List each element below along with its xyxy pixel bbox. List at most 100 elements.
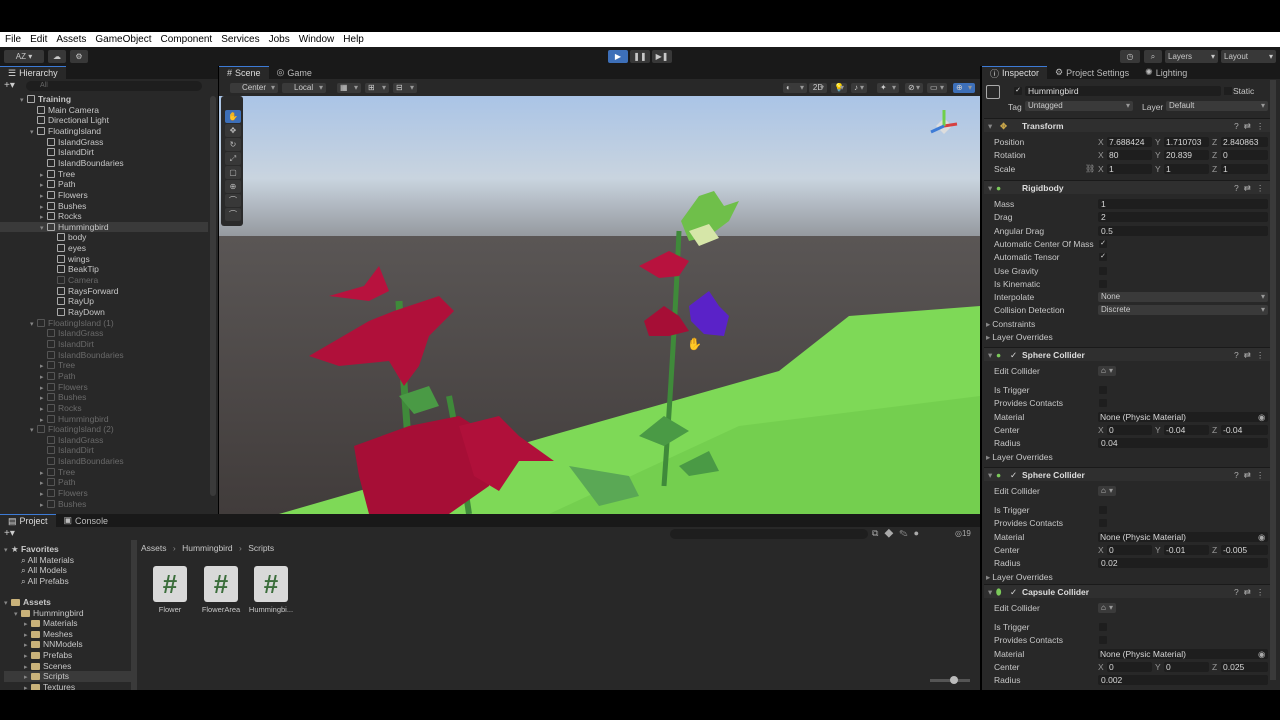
is-trigger-checkbox[interactable] bbox=[1099, 386, 1107, 394]
center-z-field[interactable]: -0.04 bbox=[1221, 425, 1268, 435]
project-tree-item[interactable]: ▾ ★ Favorites bbox=[4, 544, 131, 555]
hierarchy-item[interactable]: IslandDirt bbox=[0, 339, 208, 350]
sphere-collider-1-header[interactable]: ▾ ● ✓ Sphere Collider ?⇄⋮ bbox=[984, 347, 1270, 361]
hierarchy-item[interactable]: IslandDirt bbox=[0, 445, 208, 456]
toggle-2d-button[interactable]: 2D bbox=[809, 83, 827, 93]
hierarchy-item[interactable]: ▸ Tree bbox=[0, 467, 208, 478]
enabled-checkbox[interactable]: ✓ bbox=[1010, 350, 1017, 361]
custom-tool-icon[interactable]: ⌒ bbox=[225, 208, 241, 221]
script-asset-hummingbird[interactable]: # bbox=[254, 566, 288, 602]
hierarchy-item[interactable]: IslandBoundaries bbox=[0, 350, 208, 361]
project-tree-item[interactable]: ▸ NNModels bbox=[4, 639, 131, 650]
history-icon[interactable]: ◷ bbox=[1120, 50, 1140, 63]
hierarchy-item[interactable]: RayDown bbox=[0, 307, 208, 318]
material-field[interactable]: None (Physic Material) ◉ bbox=[1098, 649, 1268, 659]
hierarchy-item[interactable]: ▸ Bushes bbox=[0, 499, 208, 510]
rect-tool-icon[interactable]: ▢ bbox=[225, 166, 241, 179]
position-x-field[interactable]: 7.688424 bbox=[1107, 137, 1152, 147]
hierarchy-item[interactable]: body bbox=[0, 232, 208, 243]
hierarchy-item[interactable]: Camera bbox=[0, 275, 208, 286]
scene-viewport[interactable]: ✋ bbox=[219, 96, 980, 514]
object-picker-icon[interactable]: ◉ bbox=[1258, 412, 1265, 423]
menu-edit[interactable]: Edit bbox=[30, 34, 47, 45]
project-tree-item[interactable]: ▾ Assets bbox=[4, 597, 131, 608]
tab-project[interactable]: ▤ Project bbox=[0, 514, 56, 527]
component-menu-icons[interactable]: ?⇄⋮ bbox=[1234, 470, 1269, 481]
layer-overrides-foldout[interactable]: ▸ Layer Overrides bbox=[986, 452, 1053, 463]
radius-field[interactable]: 0.002 bbox=[1098, 675, 1268, 685]
center-x-field[interactable]: 0 bbox=[1107, 425, 1152, 435]
filter-icons[interactable]: ⧉◆✎● bbox=[872, 528, 925, 539]
layout-dropdown[interactable]: Layout ▾ bbox=[1221, 50, 1276, 63]
use-gravity-checkbox[interactable] bbox=[1099, 267, 1107, 275]
inspector-scrollbar[interactable] bbox=[1270, 80, 1276, 680]
collision-detection-dropdown[interactable]: Discrete bbox=[1098, 305, 1268, 315]
camera-icon[interactable]: ▭ bbox=[927, 83, 947, 93]
project-tree-item[interactable]: ▸ Prefabs bbox=[4, 650, 131, 661]
is-trigger-checkbox[interactable] bbox=[1099, 506, 1107, 514]
hierarchy-item[interactable]: ▸ Path bbox=[0, 477, 208, 488]
hierarchy-item[interactable]: IslandGrass bbox=[0, 435, 208, 446]
provides-contacts-checkbox[interactable] bbox=[1099, 399, 1107, 407]
transform-tool-icon[interactable]: ⊕ bbox=[225, 180, 241, 193]
draw-mode-dropdown[interactable]: ◐ bbox=[783, 83, 807, 93]
radius-field[interactable]: 0.02 bbox=[1098, 558, 1268, 568]
play-button[interactable]: ▶ bbox=[608, 50, 628, 63]
provides-contacts-checkbox[interactable] bbox=[1099, 519, 1107, 527]
zoom-slider-handle[interactable] bbox=[950, 676, 958, 684]
hand-tool-icon[interactable]: ✋ bbox=[225, 110, 241, 123]
rotate-tool-icon[interactable]: ↻ bbox=[225, 138, 241, 151]
breadcrumb-scripts[interactable]: Scripts bbox=[248, 543, 274, 553]
menu-help[interactable]: Help bbox=[343, 34, 364, 45]
transform-header[interactable]: ▾ ✥ Transform ?⇄⋮ bbox=[984, 118, 1270, 132]
hierarchy-item[interactable]: eyes bbox=[0, 243, 208, 254]
project-tree-item[interactable]: ⌕ All Prefabs bbox=[4, 576, 131, 587]
capsule-collider-header[interactable]: ▾ ⬮ ✓ Capsule Collider ?⇄⋮ bbox=[984, 584, 1270, 598]
sphere-collider-2-header[interactable]: ▾ ● ✓ Sphere Collider ?⇄⋮ bbox=[984, 467, 1270, 481]
tab-game[interactable]: ◎ Game bbox=[269, 66, 320, 79]
scale-tool-icon[interactable]: ⤢ bbox=[225, 152, 241, 165]
project-tree-item[interactable]: ⌕ All Models bbox=[4, 565, 131, 576]
rotation-y-field[interactable]: 20.839 bbox=[1164, 150, 1209, 160]
menu-services[interactable]: Services bbox=[221, 34, 259, 45]
menu-gameobject[interactable]: GameObject bbox=[95, 34, 151, 45]
hierarchy-item[interactable]: ▸ Bushes bbox=[0, 201, 208, 212]
is-kinematic-checkbox[interactable] bbox=[1099, 280, 1107, 288]
link-icon[interactable]: ⛓ bbox=[1085, 164, 1095, 173]
pause-button[interactable]: ❚❚ bbox=[630, 50, 650, 63]
center-x-field[interactable]: 0 bbox=[1107, 545, 1152, 555]
is-trigger-checkbox[interactable] bbox=[1099, 623, 1107, 631]
grid-snap-dropdown[interactable]: ▦ bbox=[337, 83, 361, 93]
hierarchy-item[interactable]: ▸ Flowers bbox=[0, 382, 208, 393]
project-tree-item[interactable]: ▸ Scenes bbox=[4, 661, 131, 672]
add-icon[interactable]: +▾ bbox=[4, 80, 15, 91]
hierarchy-item[interactable]: ▸ Path bbox=[0, 179, 208, 190]
center-z-field[interactable]: 0.025 bbox=[1221, 662, 1268, 672]
collab-icon[interactable]: ⚙ bbox=[70, 50, 88, 63]
auto-com-checkbox[interactable]: ✓ bbox=[1099, 240, 1107, 248]
pivot-dropdown[interactable]: Center bbox=[230, 83, 278, 93]
edit-collider-button[interactable]: ⌂ bbox=[1098, 603, 1116, 613]
hierarchy-item[interactable]: ▸ Hummingbird bbox=[0, 414, 208, 425]
tab-inspector[interactable]: ⓘ Inspector bbox=[982, 66, 1048, 79]
tab-hierarchy[interactable]: ☰ Hierarchy bbox=[0, 66, 66, 79]
grid-toggle[interactable]: ⊞ bbox=[365, 83, 389, 93]
hierarchy-item[interactable]: ▸ Rocks bbox=[0, 211, 208, 222]
hierarchy-item[interactable]: ▾ FloatingIsland (2) bbox=[0, 424, 208, 435]
create-icon[interactable]: +▾ bbox=[4, 528, 15, 539]
menu-window[interactable]: Window bbox=[299, 34, 335, 45]
project-search-input[interactable] bbox=[670, 529, 868, 539]
angular-drag-field[interactable]: 0.5 bbox=[1098, 226, 1268, 236]
tab-lighting[interactable]: ✺ Lighting bbox=[1137, 66, 1195, 79]
hierarchy-scrollbar[interactable] bbox=[210, 96, 216, 496]
move-tool-icon[interactable]: ✥ bbox=[225, 124, 241, 137]
hierarchy-item[interactable]: Main Camera bbox=[0, 105, 208, 116]
center-y-field[interactable]: -0.01 bbox=[1164, 545, 1209, 555]
hierarchy-item[interactable]: RaysForward bbox=[0, 286, 208, 297]
edit-collider-button[interactable]: ⌂ bbox=[1098, 486, 1116, 496]
project-tree-item[interactable]: ▾ Hummingbird bbox=[4, 608, 131, 619]
component-menu-icons[interactable]: ?⇄⋮ bbox=[1234, 350, 1269, 361]
center-x-field[interactable]: 0 bbox=[1107, 662, 1152, 672]
layer-overrides-foldout[interactable]: ▸ Layer Overrides bbox=[986, 332, 1053, 343]
hierarchy-item[interactable]: ▸ Tree bbox=[0, 169, 208, 180]
